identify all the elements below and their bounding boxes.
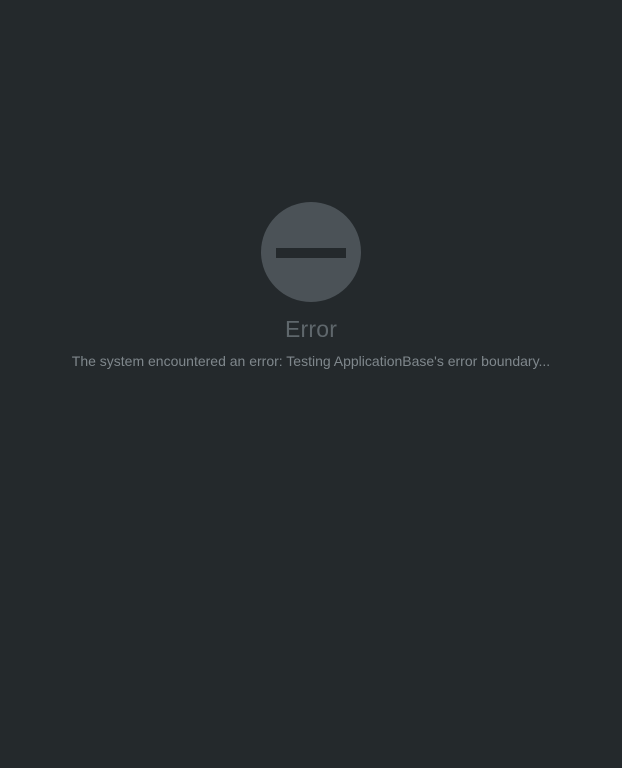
error-title: Error — [284, 316, 338, 342]
no-entry-icon — [261, 202, 361, 302]
error-boundary: Error The system encountered an error: T… — [0, 202, 622, 370]
error-screen: Error The system encountered an error: T… — [0, 0, 622, 768]
no-entry-icon-bar — [276, 248, 346, 258]
error-message: The system encountered an error: Testing… — [71, 353, 551, 369]
